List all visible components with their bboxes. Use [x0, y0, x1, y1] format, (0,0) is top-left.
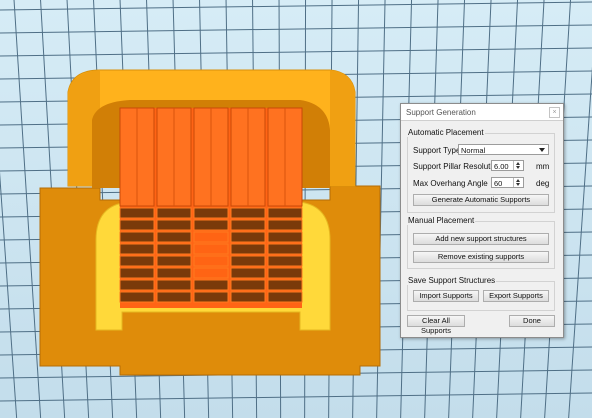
arrow-down-icon[interactable] [516, 166, 520, 169]
dialog-title: Support Generation [406, 108, 476, 117]
max-overhang-label: Max Overhang Angle [413, 179, 488, 188]
save-support-structures-label: Save Support Structures [407, 276, 497, 285]
dialog-titlebar: Support Generation × [401, 104, 563, 121]
support-pillar-segment [156, 291, 192, 303]
spinner-buttons[interactable] [513, 178, 523, 187]
support-pillar-segment [119, 231, 155, 243]
support-pillar-segment [119, 255, 155, 267]
support-pillar-segment [119, 219, 155, 231]
support-type-label: Support Type [413, 146, 461, 155]
support-pillar-segment [193, 231, 229, 243]
spinner-buttons[interactable] [513, 161, 523, 170]
support-type-value: Normal [461, 146, 486, 155]
pillar-resolution-spinner[interactable]: 6.00 [491, 160, 524, 171]
support-pillar-segment [230, 255, 266, 267]
generate-automatic-supports-button[interactable]: Generate Automatic Supports [413, 194, 549, 206]
support-pillar-segment [230, 219, 266, 231]
support-pillar-segment [119, 291, 155, 303]
support-pillar-segment [230, 291, 266, 303]
support-pillar-segment [193, 267, 229, 279]
support-pillar-segment [267, 255, 303, 267]
support-pillar-segment [267, 219, 303, 231]
support-pillars [119, 107, 303, 303]
support-pillar-segment [230, 279, 266, 291]
support-pillar-segment [156, 231, 192, 243]
support-pillar-segment [230, 267, 266, 279]
support-pillar-segment [267, 207, 303, 219]
max-overhang-spinner[interactable]: 60 [491, 177, 524, 188]
support-pillar-segment [156, 243, 192, 255]
support-pillar-segment [156, 267, 192, 279]
model-right-wall [330, 70, 355, 186]
chevron-down-icon [539, 148, 545, 152]
support-pillar-segment [193, 243, 229, 255]
support-pillar-segment [230, 231, 266, 243]
pillar-resolution-label: Support Pillar Resolution [413, 162, 502, 171]
support-pillar-segment [193, 279, 229, 291]
support-type-select[interactable]: Normal [458, 144, 549, 155]
support-pillar-segment [193, 219, 229, 231]
add-support-structures-button[interactable]: Add new support structures [413, 233, 549, 245]
support-pillar-segment [119, 279, 155, 291]
support-pillar-segment [230, 243, 266, 255]
max-overhang-value: 60 [494, 179, 503, 188]
close-icon[interactable]: × [549, 107, 560, 118]
done-button[interactable]: Done [509, 315, 555, 327]
automatic-placement-label: Automatic Placement [407, 128, 485, 137]
arrow-down-icon[interactable] [516, 183, 520, 186]
support-pillar-segment [193, 291, 229, 303]
support-pillar-segment [156, 255, 192, 267]
remove-existing-supports-button[interactable]: Remove existing supports [413, 251, 549, 263]
arrow-up-icon[interactable] [516, 179, 520, 182]
pillar-resolution-unit: mm [536, 162, 550, 171]
support-pillar-segment [267, 267, 303, 279]
arrow-up-icon[interactable] [516, 162, 520, 165]
support-pillar-segment [119, 207, 155, 219]
support-pillar-segment [267, 279, 303, 291]
support-pillar-segment [119, 267, 155, 279]
support-pillar-segment [193, 255, 229, 267]
support-pillar-segment [267, 231, 303, 243]
support-pillar-segment [267, 243, 303, 255]
support-pillar-segment [156, 219, 192, 231]
clear-all-supports-button[interactable]: Clear All Supports [407, 315, 465, 335]
support-pillar-segment [156, 207, 192, 219]
support-pillar-segment [156, 279, 192, 291]
pillar-resolution-value: 6.00 [494, 162, 509, 171]
support-pillar-segment [119, 243, 155, 255]
max-overhang-unit: deg [536, 179, 550, 188]
support-pillar-segment [193, 207, 229, 219]
manual-placement-label: Manual Placement [407, 216, 476, 225]
support-pillar-segment [267, 291, 303, 303]
support-pillar-segment [230, 207, 266, 219]
export-supports-button[interactable]: Export Supports [483, 290, 549, 302]
support-generation-dialog: Support Generation × Automatic Placement… [400, 103, 564, 338]
import-supports-button[interactable]: Import Supports [413, 290, 479, 302]
